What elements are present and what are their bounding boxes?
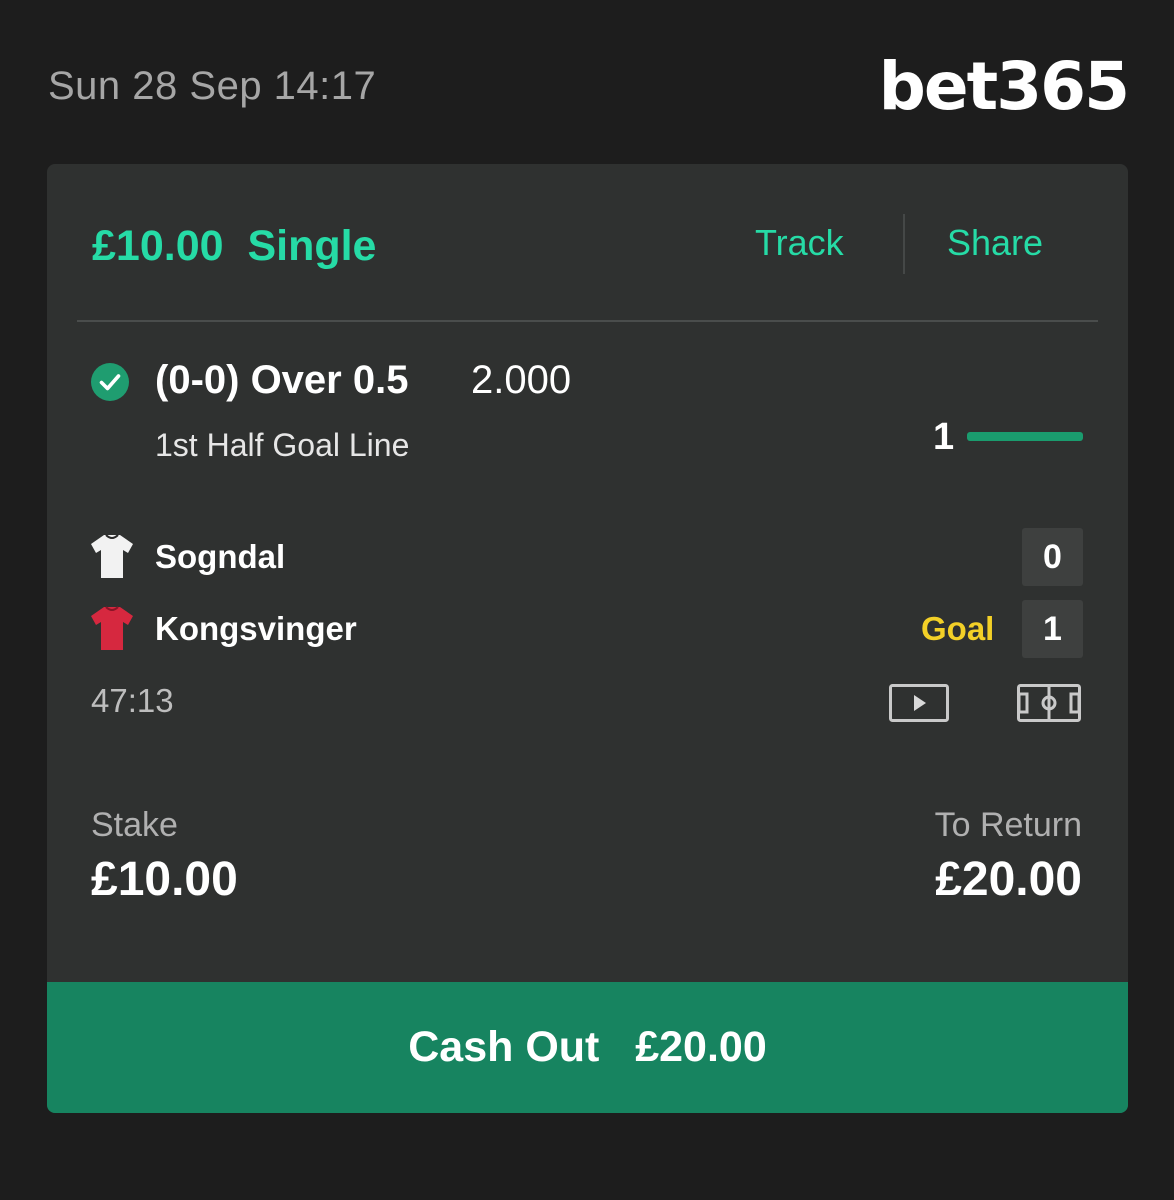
bet-datetime: Sun 28 Sep 14:17 <box>48 64 377 108</box>
match-clock: 47:13 <box>91 682 174 719</box>
away-team-score: 1 <box>1022 600 1083 658</box>
track-button[interactable]: Track <box>755 222 844 264</box>
home-team-name: Sogndal <box>155 538 286 575</box>
bet-type: Single <box>247 222 377 270</box>
bet-stake-amount: £10.00 <box>92 222 224 270</box>
to-return-label: To Return <box>934 806 1082 844</box>
cash-out-amount: £20.00 <box>635 1023 767 1071</box>
home-team-score: 0 <box>1022 528 1083 586</box>
play-video-icon[interactable] <box>889 684 949 722</box>
selection-name: (0-0) Over 0.5 <box>155 358 409 402</box>
away-team-name: Kongsvinger <box>155 610 357 647</box>
share-button[interactable]: Share <box>947 222 1043 264</box>
away-kit-shirt-icon <box>91 606 133 650</box>
goal-line-count: 1 <box>933 416 955 458</box>
section-divider <box>77 320 1098 322</box>
bet-header-title: £10.00 Single <box>92 222 376 271</box>
goal-event-label: Goal <box>921 610 995 647</box>
cash-out-button[interactable]: Cash Out £20.00 <box>47 982 1128 1113</box>
goal-line-progress-bar <box>967 432 1083 441</box>
goal-line-progress-fill <box>967 432 1083 441</box>
bet-card: £10.00 Single Track Share (0-0) Over 0.5… <box>47 164 1128 1113</box>
market-name: 1st Half Goal Line <box>155 427 410 463</box>
bet365-logo: bet365 <box>878 48 1130 125</box>
pitch-tracker-icon[interactable] <box>1017 684 1081 722</box>
check-circle-icon <box>91 363 129 401</box>
stake-label: Stake <box>91 806 178 844</box>
home-kit-shirt-icon <box>91 534 133 578</box>
selection-odds: 2.000 <box>471 358 572 402</box>
to-return-value: £20.00 <box>935 853 1082 906</box>
cash-out-label: Cash Out <box>408 1023 600 1071</box>
stake-value: £10.00 <box>91 853 238 906</box>
header-divider <box>903 214 905 274</box>
